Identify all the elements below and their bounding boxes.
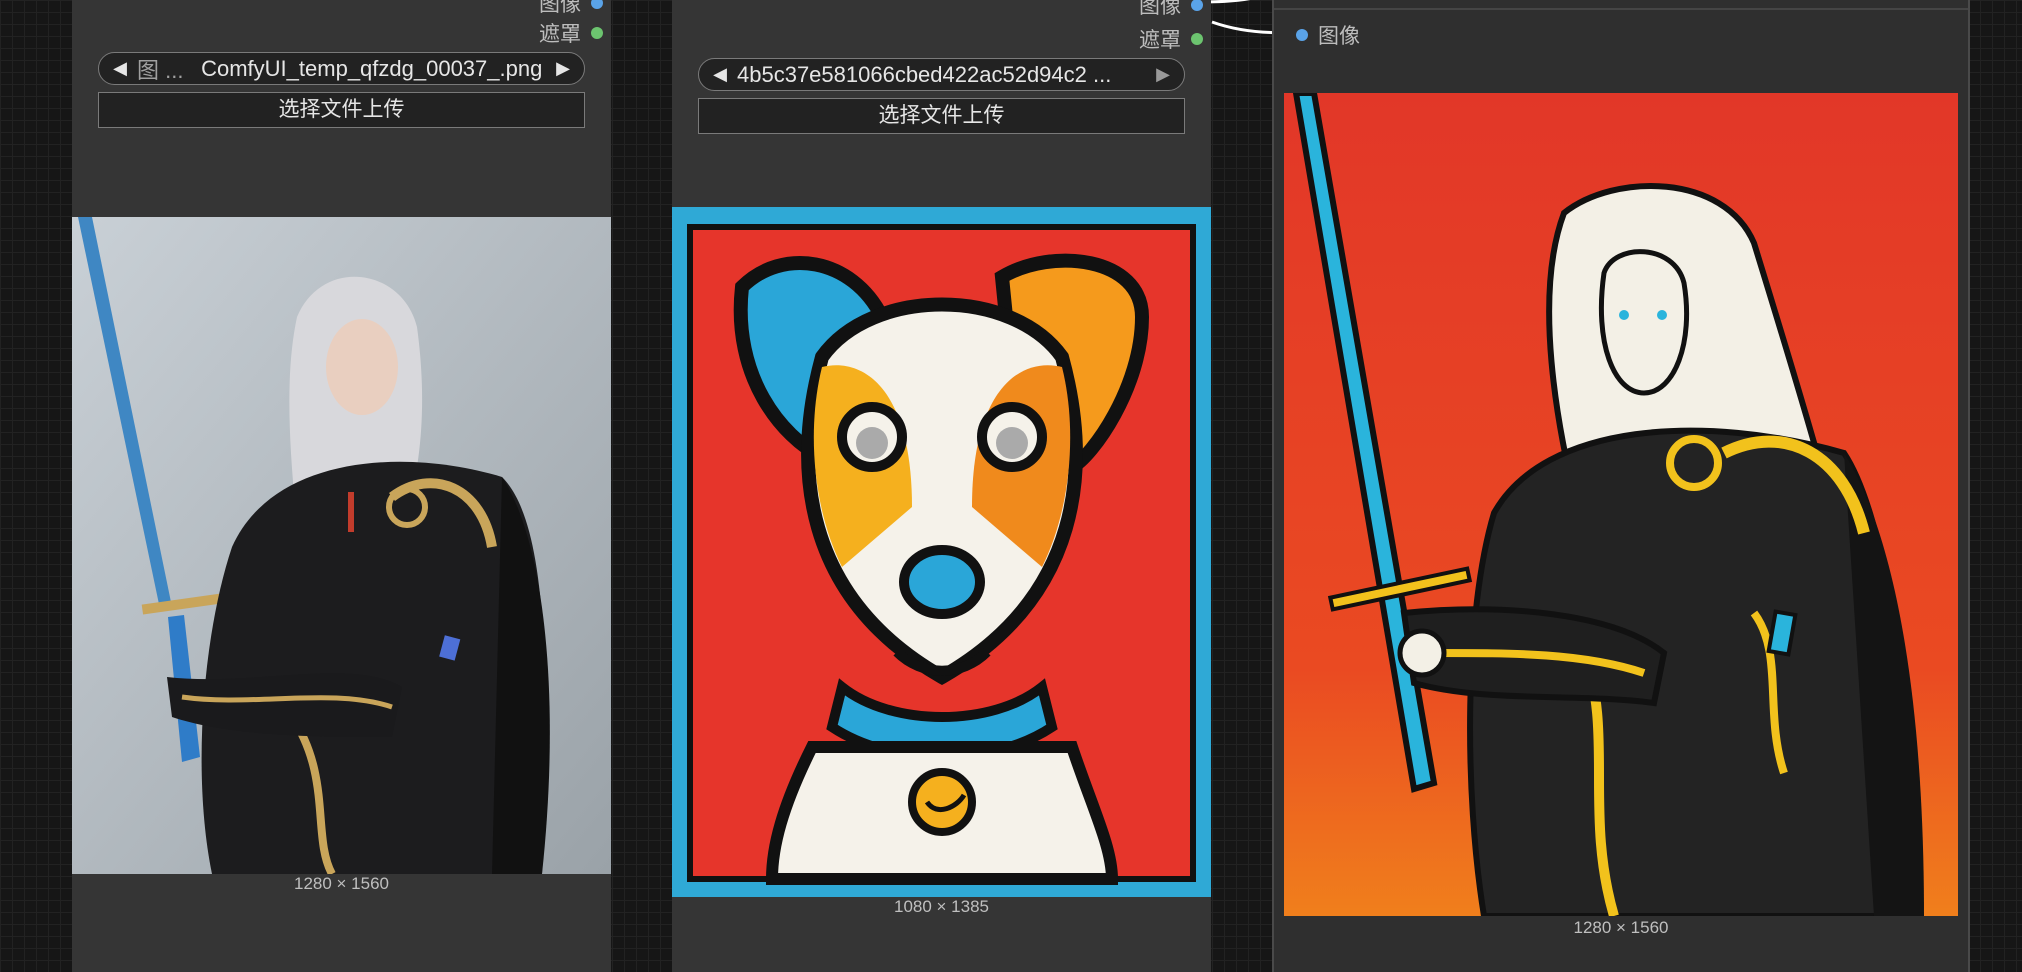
output-image-label: 图像 [539, 0, 581, 16]
image-file-combo-2[interactable]: ◀ 4b5c37e581066cbed422ac52d94c2 ... ▶ [698, 58, 1185, 91]
input-image-label: 图像 [1318, 25, 1360, 48]
combo-next-arrow-icon-2[interactable]: ▶ [1152, 64, 1174, 85]
output-mask-row-2[interactable]: 遮罩 [1139, 24, 1203, 54]
image-preview-node[interactable]: 图像 1280 × 1560 [1272, 0, 1970, 972]
output-image-row[interactable]: 图像 [539, 0, 603, 18]
input-image-socket[interactable] [1296, 29, 1308, 41]
upload-file-button[interactable]: 选择文件上传 [98, 92, 585, 128]
load-image-node-2[interactable]: 图像 遮罩 ◀ 4b5c37e581066cbed422ac52d94c2 ..… [672, 0, 1211, 972]
image-file-combo[interactable]: ◀ 图 ... ComfyUI_temp_qfzdg_00037_.png ▶ [98, 52, 585, 85]
combo-next-arrow-icon[interactable]: ▶ [552, 58, 574, 79]
image-dimensions-3: 1280 × 1560 [1573, 918, 1669, 937]
combo-value-2: 4b5c37e581066cbed422ac52d94c2 ... [737, 61, 1112, 87]
output-image-socket[interactable] [591, 0, 603, 9]
output-image-label-2: 图像 [1139, 0, 1181, 18]
image-preview-anime [1284, 93, 1958, 916]
input-image-row[interactable]: 图像 [1296, 20, 1360, 50]
node-header-edge [1274, 0, 1968, 10]
load-image-node-1[interactable]: 图像 遮罩 ◀ 图 ... ComfyUI_temp_qfzdg_00037_.… [72, 0, 611, 972]
image-dimensions: 1280 × 1560 [293, 874, 389, 893]
combo-label: 图 ... [137, 57, 184, 83]
output-image-row-2[interactable]: 图像 [1139, 0, 1203, 20]
output-image-socket-2[interactable] [1191, 0, 1203, 11]
upload-file-button-2[interactable]: 选择文件上传 [698, 98, 1185, 134]
image-dimensions-2: 1080 × 1385 [893, 897, 989, 916]
output-mask-label-2: 遮罩 [1139, 29, 1181, 52]
image-preview-cosplayer [72, 217, 611, 874]
output-mask-row[interactable]: 遮罩 [539, 18, 603, 48]
image-preview-dog [672, 207, 1211, 897]
output-mask-label: 遮罩 [539, 23, 581, 46]
output-mask-socket[interactable] [591, 27, 603, 39]
output-mask-socket-2[interactable] [1191, 33, 1203, 45]
combo-value: ComfyUI_temp_qfzdg_00037_.png [201, 55, 543, 81]
combo-prev-arrow-icon-2[interactable]: ◀ [709, 64, 731, 85]
combo-prev-arrow-icon[interactable]: ◀ [109, 58, 131, 79]
